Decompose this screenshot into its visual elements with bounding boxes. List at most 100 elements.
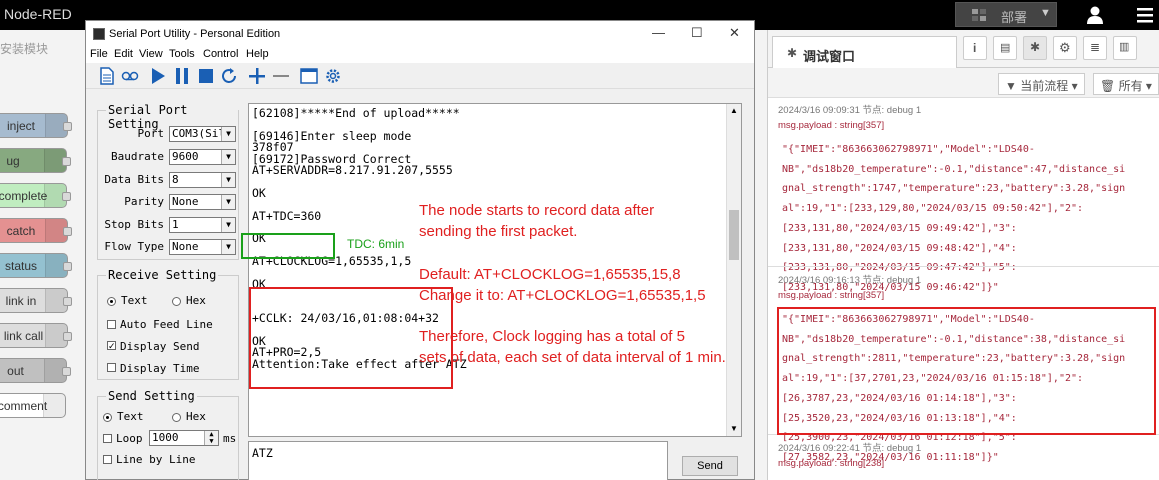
pause-icon[interactable] bbox=[173, 67, 191, 85]
stop-icon[interactable] bbox=[197, 67, 215, 85]
tab-debug[interactable]: ✱ 调试窗口 bbox=[772, 36, 957, 68]
parity-label: Parity bbox=[124, 195, 164, 208]
auto-feed-checkbox[interactable] bbox=[107, 320, 116, 329]
debug-message-line: al":19,"1":[233,129,80,"2024/03/15 09:50… bbox=[782, 203, 1084, 215]
help-button[interactable]: ▤ bbox=[993, 36, 1017, 60]
receive-hex-radio[interactable] bbox=[172, 297, 181, 306]
palette-node[interactable]: out bbox=[0, 358, 71, 383]
port-select[interactable]: COM3(Sil ▼ bbox=[169, 126, 236, 142]
play-icon[interactable] bbox=[149, 67, 167, 85]
receive-text-radio[interactable] bbox=[107, 297, 116, 306]
debug-button[interactable]: ✱ bbox=[1023, 36, 1047, 60]
hamburger-menu-icon[interactable] bbox=[1136, 6, 1154, 24]
palette-node[interactable]: inject bbox=[0, 113, 72, 138]
palette-node[interactable]: status bbox=[0, 253, 72, 278]
stepper-icon[interactable]: ▲ ▼ bbox=[204, 431, 218, 445]
output-port[interactable] bbox=[63, 122, 72, 131]
parity-select[interactable]: None ▼ bbox=[169, 194, 236, 210]
menu-edit[interactable]: Edit bbox=[114, 48, 133, 60]
palette-node[interactable]: complete bbox=[0, 183, 71, 208]
output-port[interactable] bbox=[63, 262, 72, 271]
scroll-thumb[interactable] bbox=[729, 210, 739, 260]
output-port[interactable] bbox=[63, 227, 72, 236]
settings-gear-icon[interactable] bbox=[324, 67, 342, 85]
palette-node[interactable]: link call bbox=[0, 323, 72, 348]
output-port[interactable] bbox=[62, 157, 71, 166]
display-time-checkbox[interactable] bbox=[107, 363, 116, 372]
close-icon[interactable]: ✕ bbox=[729, 25, 740, 41]
debug-message-type[interactable]: msg.payload : string[357] bbox=[778, 290, 884, 301]
output-port[interactable] bbox=[62, 367, 71, 376]
palette-node[interactable]: ug bbox=[0, 148, 71, 173]
terminal-line: AT+SERVADDR=8.217.91.207,5555 bbox=[252, 163, 453, 177]
serial-port-utility-window: Serial Port Utility - Personal Edition —… bbox=[85, 20, 755, 480]
loop-interval-stepper[interactable]: 1000 ▲ ▼ bbox=[149, 430, 219, 446]
baudrate-value: 9600 bbox=[172, 150, 199, 163]
flowtype-label: Flow Type bbox=[104, 240, 164, 253]
port-label: Port bbox=[137, 127, 165, 140]
debug-message-line: "{"IMEI":"863663062798971","Model":"LDS4… bbox=[782, 144, 1035, 155]
chevron-down-icon: ▼ bbox=[221, 150, 235, 164]
menu-tools[interactable]: Tools bbox=[169, 48, 195, 60]
ms-label: ms bbox=[223, 432, 237, 445]
terminal-scrollbar[interactable]: ▲ ▼ bbox=[726, 104, 741, 436]
line-by-line-checkbox[interactable] bbox=[103, 455, 112, 464]
baudrate-select[interactable]: 9600 ▼ bbox=[169, 149, 236, 165]
send-hex-label: Hex bbox=[186, 410, 206, 423]
filter-flow-button[interactable]: ▼ 当前流程 ▾ bbox=[998, 73, 1085, 95]
toolbar bbox=[86, 63, 754, 89]
debug-tab-label: 调试窗口 bbox=[803, 49, 856, 64]
debug-message-type[interactable]: msg.payload : string[238] bbox=[778, 458, 884, 469]
flowtype-select[interactable]: None ▼ bbox=[169, 239, 236, 255]
scroll-up-icon[interactable]: ▲ bbox=[730, 106, 738, 115]
debug-message-type[interactable]: msg.payload : string[357] bbox=[778, 120, 884, 131]
new-document-icon[interactable] bbox=[98, 67, 116, 85]
send-text-radio[interactable] bbox=[103, 413, 112, 422]
annotation-line-1: The node starts to record data after bbox=[419, 202, 655, 219]
add-icon[interactable] bbox=[248, 67, 266, 85]
send-input[interactable]: ATZ bbox=[248, 441, 668, 480]
terminal-line: OK bbox=[252, 185, 266, 200]
menu-control[interactable]: Control bbox=[203, 48, 238, 60]
caret-down-icon[interactable]: ▼ bbox=[1040, 7, 1051, 19]
deploy-button[interactable]: 部署 ▼ bbox=[955, 2, 1057, 27]
loop-checkbox[interactable] bbox=[103, 434, 112, 443]
debug-message-line: NB","ds18b20_temperature":-0.1,"distance… bbox=[782, 163, 1126, 175]
minimize-icon[interactable]: — bbox=[652, 25, 665, 40]
remove-icon[interactable] bbox=[272, 67, 290, 85]
bug-icon: ✱ bbox=[787, 46, 798, 60]
filter-all-button[interactable]: 🗑 所有 ▾ bbox=[1093, 73, 1159, 95]
refresh-icon[interactable] bbox=[220, 67, 238, 85]
menu-file[interactable]: File bbox=[90, 48, 108, 60]
bar-chart-icon: ▥ bbox=[1119, 41, 1130, 53]
palette-node[interactable]: comment bbox=[0, 393, 66, 418]
chevron-down-icon: ▼ bbox=[221, 173, 235, 187]
config-button[interactable]: ⚙ bbox=[1053, 36, 1077, 60]
menu-help[interactable]: Help bbox=[246, 48, 269, 60]
scroll-down-icon[interactable]: ▼ bbox=[730, 424, 738, 433]
annotation-line-2: sending the first packet. bbox=[419, 223, 578, 240]
send-hex-radio[interactable] bbox=[172, 413, 181, 422]
group-title: Send Setting bbox=[106, 389, 197, 403]
record-icon[interactable] bbox=[121, 67, 139, 85]
output-port[interactable] bbox=[63, 332, 72, 341]
context-button[interactable]: ≣ bbox=[1083, 36, 1107, 60]
database-icon: ≣ bbox=[1090, 40, 1101, 54]
output-port[interactable] bbox=[62, 192, 71, 201]
databits-select[interactable]: 8 ▼ bbox=[169, 172, 236, 188]
palette-node[interactable]: link in bbox=[0, 288, 72, 313]
palette-node[interactable]: catch bbox=[0, 218, 72, 243]
palette-install-label[interactable]: 安装模块 bbox=[0, 40, 48, 57]
stopbits-select[interactable]: 1 ▼ bbox=[169, 217, 236, 233]
filter-all-label: 所有 bbox=[1118, 79, 1143, 93]
loop-value: 1000 bbox=[152, 431, 179, 444]
menu-view[interactable]: View bbox=[139, 48, 163, 60]
info-button[interactable]: i bbox=[963, 36, 987, 60]
window-layout-icon[interactable] bbox=[300, 67, 318, 85]
user-icon[interactable] bbox=[1085, 5, 1105, 25]
display-send-checkbox[interactable]: ✓ bbox=[107, 341, 116, 351]
send-button[interactable]: Send bbox=[682, 456, 738, 476]
output-port[interactable] bbox=[63, 297, 72, 306]
dashboard-button[interactable]: ▥ bbox=[1113, 36, 1137, 60]
maximize-icon[interactable]: ☐ bbox=[691, 25, 703, 41]
